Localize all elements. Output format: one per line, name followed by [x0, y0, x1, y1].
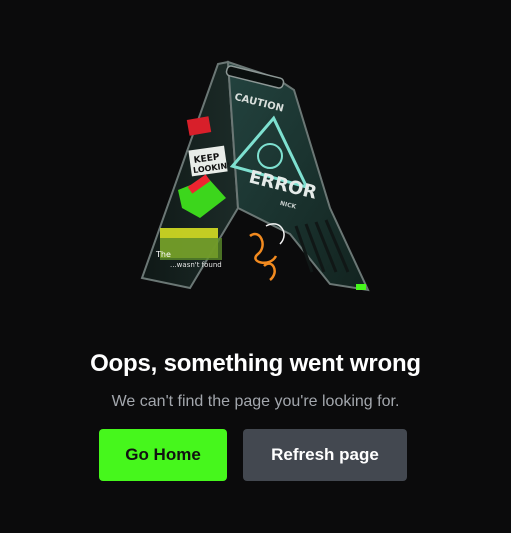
go-home-button[interactable]: Go Home [99, 429, 227, 481]
graffiti-text-1: The [155, 250, 171, 259]
page-title: Oops, something went wrong [90, 350, 421, 377]
page-subtitle: We can't find the page you're looking fo… [111, 393, 400, 410]
error-page: KEEP LOOKIN' The ...wasn't found CAUTION… [0, 0, 511, 533]
refresh-page-button[interactable]: Refresh page [243, 429, 407, 481]
caution-sign-icon: KEEP LOOKIN' The ...wasn't found CAUTION… [140, 60, 370, 292]
caution-sign-illustration: KEEP LOOKIN' The ...wasn't found CAUTION… [130, 58, 390, 308]
graffiti-text-2: ...wasn't found [170, 261, 222, 269]
